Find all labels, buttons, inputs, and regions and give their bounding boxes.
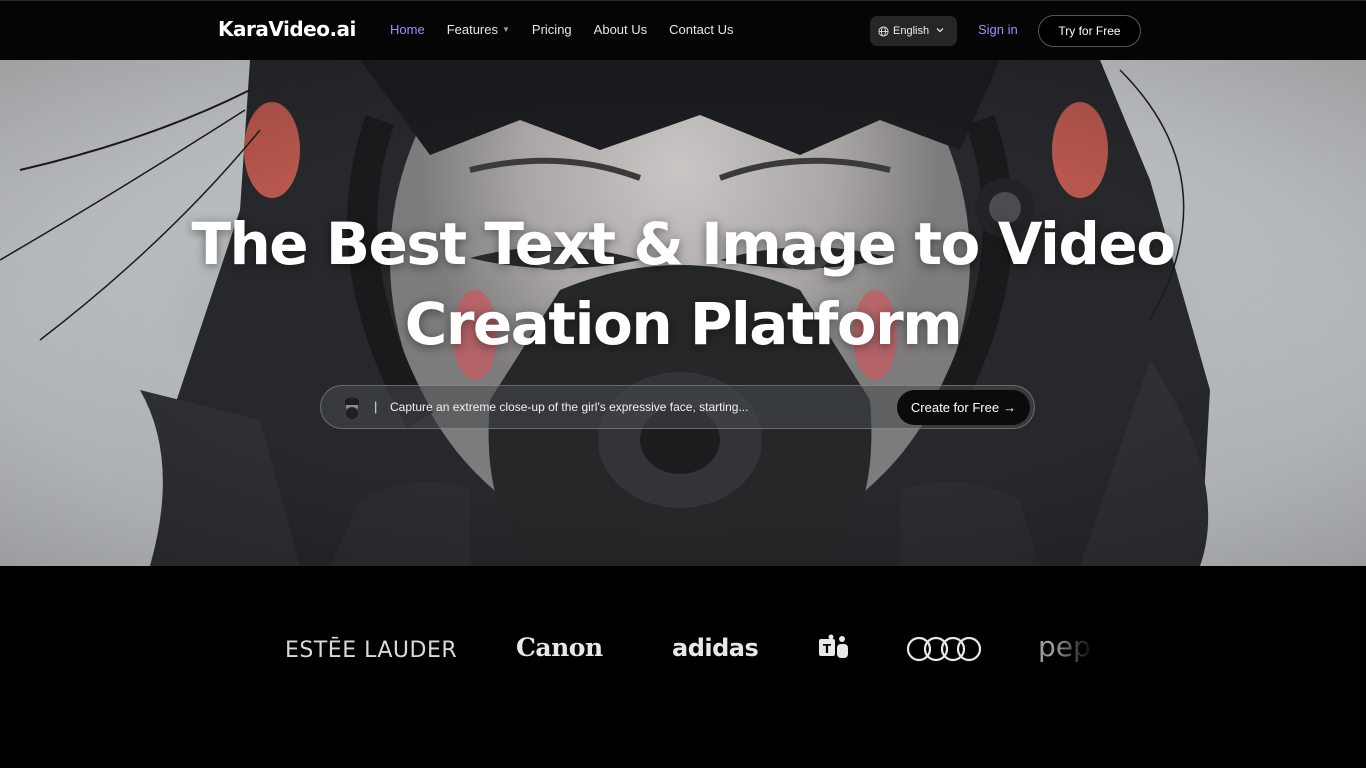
prompt-bar[interactable]: | Capture an extreme close-up of the gir… <box>320 385 1035 429</box>
brand-teams-letter: T <box>823 642 832 656</box>
sign-in-link[interactable]: Sign in <box>978 22 1018 37</box>
audi-rings-icon <box>906 636 982 667</box>
try-for-free-button[interactable]: Try for Free <box>1038 15 1141 47</box>
language-label: English <box>893 25 930 37</box>
brand-teams-icon: T <box>818 634 850 667</box>
hero-section: The Best Text & Image to Video Creation … <box>0 60 1366 566</box>
brand-adidas: adidas <box>672 634 759 662</box>
create-button-label: Create for Free <box>910 400 1000 415</box>
nav-about-us[interactable]: About Us <box>594 22 647 37</box>
chevron-down-icon: ▼ <box>502 25 510 34</box>
nav-contact-us[interactable]: Contact Us <box>669 22 733 37</box>
brand-canon: Canon <box>516 633 603 662</box>
chevron-down-icon <box>936 28 944 33</box>
site-logo[interactable]: KaraVideo.ai <box>218 17 356 41</box>
nav-links: Home Features ▼ Pricing About Us Contact … <box>390 22 755 37</box>
create-for-free-button[interactable]: Create for Free → <box>897 390 1030 425</box>
prompt-separator: | <box>374 399 378 414</box>
prompt-text[interactable]: Capture an extreme close-up of the girl'… <box>390 400 748 414</box>
globe-icon <box>878 25 889 37</box>
nav-pricing[interactable]: Pricing <box>532 22 572 37</box>
hero-title: The Best Text & Image to Video Creation … <box>191 210 1176 358</box>
nav-features[interactable]: Features ▼ <box>447 22 510 37</box>
brand-pepsi: pep <box>1038 630 1091 663</box>
brand-logos-strip: ESTĒE LAUDER Canon adidas T pep <box>0 566 1366 768</box>
brand-estee-lauder: ESTĒE LAUDER <box>285 638 458 663</box>
prompt-thumbnail <box>340 396 364 420</box>
language-selector[interactable]: English <box>870 16 957 46</box>
arrow-right-icon: → <box>1003 400 1017 415</box>
top-navbar: KaraVideo.ai Home Features ▼ Pricing Abou… <box>0 0 1366 60</box>
nav-home[interactable]: Home <box>390 22 425 37</box>
